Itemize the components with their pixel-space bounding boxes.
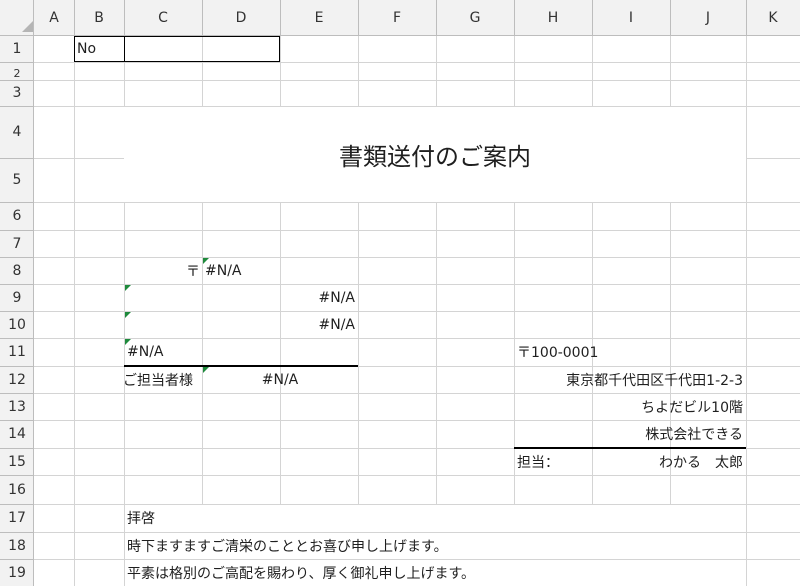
column-header-c[interactable]: C xyxy=(124,0,202,36)
sender-postal[interactable]: 〒100-0001 xyxy=(517,338,717,366)
row-hdr-sep xyxy=(0,80,33,81)
col-hdr-sep xyxy=(74,0,75,35)
gridline-vertical xyxy=(670,36,671,106)
row-header-9[interactable]: 9 xyxy=(0,284,34,311)
row-hdr-sep xyxy=(0,448,33,449)
col-hdr-sep xyxy=(124,0,125,35)
no-box-border-left xyxy=(74,36,75,62)
row-hdr-sep xyxy=(0,532,33,533)
letter-salutation[interactable]: 拝啓 xyxy=(127,504,327,532)
column-header-d[interactable]: D xyxy=(202,0,280,36)
recipient-contact-label[interactable]: ご担当者様 xyxy=(123,366,201,393)
row-header-14[interactable]: 14 xyxy=(0,420,34,448)
row-header-5[interactable]: 5 xyxy=(0,158,34,202)
gridline-horizontal xyxy=(34,230,800,231)
gridline-vertical xyxy=(514,36,515,106)
row-hdr-sep xyxy=(0,62,33,63)
gridline-vertical xyxy=(592,36,593,106)
row-header-3[interactable]: 3 xyxy=(0,80,34,106)
row-hdr-sep xyxy=(0,393,33,394)
recipient-address-2[interactable]: #N/A xyxy=(124,311,356,338)
sender-person-label[interactable]: 担当： xyxy=(517,449,589,475)
recipient-address-1[interactable]: #N/A xyxy=(124,284,356,311)
col-hdr-sep xyxy=(670,0,671,35)
row-header-6[interactable]: 6 xyxy=(0,202,34,230)
row-header-2[interactable]: 2 xyxy=(0,62,34,80)
row-hdr-sep xyxy=(0,366,33,367)
letter-line-2[interactable]: 平素は格別のご高配を賜わり、厚く御礼申し上げます。 xyxy=(127,559,727,586)
gridline-horizontal xyxy=(746,158,800,159)
col-hdr-sep xyxy=(202,0,203,35)
column-header-e[interactable]: E xyxy=(280,0,358,36)
row-hdr-sep xyxy=(0,338,33,339)
row-hdr-sep xyxy=(0,106,33,107)
row-hdr-sep xyxy=(0,202,33,203)
gridline-vertical xyxy=(358,36,359,106)
gridline-horizontal xyxy=(34,158,124,159)
row-header-7[interactable]: 7 xyxy=(0,230,34,257)
col-hdr-sep xyxy=(592,0,593,35)
recipient-postal-mark[interactable]: 〒 xyxy=(124,257,200,284)
column-header-h[interactable]: H xyxy=(514,0,592,36)
row-header-18[interactable]: 18 xyxy=(0,532,34,559)
sender-company[interactable]: 株式会社できる xyxy=(514,420,743,448)
cell-b1-no[interactable]: No xyxy=(77,37,123,61)
no-box-border-right xyxy=(279,36,280,62)
document-title[interactable]: 書類送付のご案内 xyxy=(124,106,746,202)
row-header-15[interactable]: 15 xyxy=(0,448,34,475)
letter-line-1[interactable]: 時下ますますご清栄のこととお喜び申し上げます。 xyxy=(127,532,727,559)
no-box-border-bottom xyxy=(74,61,280,62)
col-hdr-sep xyxy=(746,0,747,35)
col-hdr-sep xyxy=(514,0,515,35)
row-header-8[interactable]: 8 xyxy=(0,257,34,284)
row-header-1[interactable]: 1 xyxy=(0,36,34,62)
gridline-vertical xyxy=(514,202,515,504)
row-header-10[interactable]: 10 xyxy=(0,311,34,338)
column-header-g[interactable]: G xyxy=(436,0,514,36)
gridline-horizontal xyxy=(34,202,800,203)
column-header-f[interactable]: F xyxy=(358,0,436,36)
row-hdr-sep xyxy=(0,504,33,505)
column-header-a[interactable]: A xyxy=(34,0,74,36)
row-hdr-sep xyxy=(0,475,33,476)
row-header-12[interactable]: 12 xyxy=(0,366,34,393)
row-header-13[interactable]: 13 xyxy=(0,393,34,420)
row-hdr-sep xyxy=(0,420,33,421)
row-hdr-sep xyxy=(0,284,33,285)
row-header-divider xyxy=(33,0,34,586)
recipient-contact-value[interactable]: #N/A xyxy=(202,366,358,393)
row-hdr-sep xyxy=(0,230,33,231)
col-hdr-sep xyxy=(436,0,437,35)
row-header-17[interactable]: 17 xyxy=(0,504,34,532)
gridline-horizontal xyxy=(34,62,800,63)
row-hdr-sep xyxy=(0,158,33,159)
row-header-11[interactable]: 11 xyxy=(0,338,34,366)
recipient-postal-value[interactable]: #N/A xyxy=(205,257,355,284)
sender-address[interactable]: 東京都千代田区千代田1-2-3 xyxy=(514,366,743,393)
gridline-horizontal xyxy=(34,80,800,81)
row-header-19[interactable]: 19 xyxy=(0,559,34,586)
gridline-vertical xyxy=(436,202,437,504)
cell-b1-no-value[interactable] xyxy=(125,37,279,61)
sender-building[interactable]: ちよだビル10階 xyxy=(514,393,743,420)
row-header-16[interactable]: 16 xyxy=(0,475,34,504)
column-header-i[interactable]: I xyxy=(592,0,670,36)
gridline-vertical xyxy=(436,36,437,106)
gridline-horizontal xyxy=(34,475,800,476)
column-header-k[interactable]: K xyxy=(746,0,800,36)
column-header-b[interactable]: B xyxy=(74,0,124,36)
gridline-vertical xyxy=(280,36,281,106)
gridline-vertical xyxy=(358,202,359,504)
row-header-4[interactable]: 4 xyxy=(0,106,34,158)
col-hdr-sep xyxy=(358,0,359,35)
sender-person-name[interactable]: わかる 太郎 xyxy=(592,449,743,475)
spreadsheet-grid[interactable]: A B C D E F G H I J K 1 2 3 4 5 6 7 8 9 … xyxy=(0,0,800,586)
row-hdr-sep xyxy=(0,257,33,258)
row-hdr-sep xyxy=(0,559,33,560)
row-hdr-sep xyxy=(0,311,33,312)
column-header-j[interactable]: J xyxy=(670,0,746,36)
recipient-company[interactable]: #N/A xyxy=(127,338,327,365)
col-hdr-sep xyxy=(280,0,281,35)
